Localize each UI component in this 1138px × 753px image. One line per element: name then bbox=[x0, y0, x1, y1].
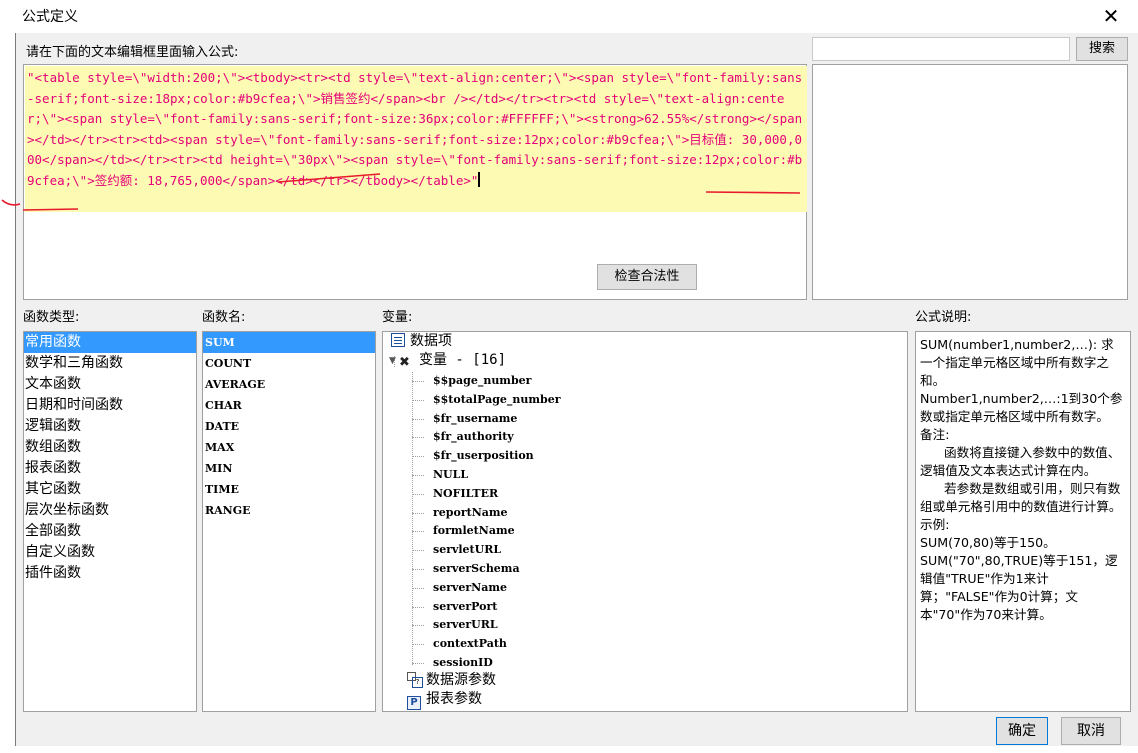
chevron-down-icon[interactable]: ▼ bbox=[389, 352, 399, 371]
variable-item[interactable]: $fr_userposition bbox=[433, 447, 534, 466]
function-type-list[interactable]: 常用函数 数学和三角函数 文本函数 日期和时间函数 逻辑函数 数组函数 报表函数 其它函数 层次… bbox=[23, 331, 197, 712]
variable-item[interactable]: $fr_authority bbox=[433, 428, 514, 447]
function-type-label: 函数类型: bbox=[23, 310, 80, 325]
function-name-item[interactable]: MAX bbox=[203, 437, 375, 458]
variable-item[interactable]: $$totalPage_number bbox=[433, 391, 561, 410]
variable-item-label: $fr_authority bbox=[433, 430, 514, 444]
variable-item[interactable]: serverSchema bbox=[433, 560, 520, 579]
datasource-params-label: 数据源参数 bbox=[426, 672, 496, 688]
function-type-item[interactable]: 数组函数 bbox=[24, 437, 196, 458]
function-name-list[interactable]: SUM COUNT AVERAGE CHAR DATE MAX MIN TIME RANGE bbox=[202, 331, 376, 712]
background-strip bbox=[15, 746, 1138, 753]
variable-item-label: $$totalPage_number bbox=[433, 392, 561, 406]
function-type-item[interactable]: 插件函数 bbox=[24, 563, 196, 584]
tree-node-variable-group[interactable]: ▼ ✖ 变量 - [16] bbox=[389, 351, 506, 370]
formula-text[interactable]: "<table style=\"width:200;\"><tbody><tr>… bbox=[27, 68, 805, 191]
function-type-item[interactable]: 逻辑函数 bbox=[24, 416, 196, 437]
function-type-item[interactable]: 数学和三角函数 bbox=[24, 353, 196, 374]
formula-content: "<table style=\"width:200;\"><tbody><tr>… bbox=[27, 70, 803, 188]
variable-item[interactable]: servletURL bbox=[433, 541, 501, 560]
ok-button[interactable]: 确定 bbox=[996, 717, 1048, 745]
data-item-icon bbox=[391, 333, 405, 347]
formula-description-panel: SUM(number1,number2,…): 求一个指定单元格区域中所有数字之… bbox=[915, 331, 1131, 712]
variable-group-label: 变量 - [16] bbox=[419, 352, 507, 368]
datasource-params-icon: ? bbox=[407, 672, 423, 688]
close-icon[interactable]: ✕ bbox=[1098, 3, 1124, 29]
variable-item-label: NOFILTER bbox=[433, 486, 499, 500]
variable-item[interactable]: NULL bbox=[433, 466, 468, 485]
variable-item[interactable]: serverURL bbox=[433, 616, 498, 635]
variable-item-label: serverPort bbox=[433, 599, 498, 613]
check-validity-button[interactable]: 检查合法性 bbox=[597, 264, 697, 290]
function-name-label: 函数名: bbox=[202, 310, 246, 325]
search-input[interactable] bbox=[812, 37, 1070, 61]
function-type-item[interactable]: 常用函数 bbox=[24, 332, 196, 353]
variable-item-label: $fr_userposition bbox=[433, 449, 534, 463]
editor-prompt: 请在下面的文本编辑框里面输入公式: bbox=[26, 45, 239, 60]
title-bar bbox=[15, 0, 1138, 33]
variable-label: 变量: bbox=[382, 310, 413, 325]
function-type-item[interactable]: 其它函数 bbox=[24, 479, 196, 500]
variable-item[interactable]: $$page_number bbox=[433, 372, 531, 391]
variable-item[interactable]: contextPath bbox=[433, 635, 507, 654]
cancel-button[interactable]: 取消 bbox=[1061, 717, 1121, 745]
function-name-item[interactable]: TIME bbox=[203, 479, 375, 500]
data-item-label: 数据项 bbox=[410, 333, 452, 349]
variable-item[interactable]: $fr_username bbox=[433, 410, 517, 429]
variable-item-label: formletName bbox=[433, 524, 515, 538]
function-name-item[interactable]: DATE bbox=[203, 416, 375, 437]
search-button[interactable]: 搜索 bbox=[1076, 37, 1128, 61]
variable-item[interactable]: reportName bbox=[433, 504, 508, 523]
function-name-item[interactable]: COUNT bbox=[203, 353, 375, 374]
variable-item[interactable]: serverName bbox=[433, 579, 507, 598]
report-params-label: 报表参数 bbox=[426, 691, 482, 707]
variable-item-label: servletURL bbox=[433, 543, 502, 557]
function-name-item[interactable]: AVERAGE bbox=[203, 374, 375, 395]
function-name-item[interactable]: SUM bbox=[203, 332, 375, 353]
variable-item-label: serverName bbox=[433, 580, 507, 594]
variable-group-icon: ✖ bbox=[399, 355, 410, 370]
variable-item-label: contextPath bbox=[433, 637, 507, 651]
variable-item-label: $fr_username bbox=[433, 411, 518, 425]
function-name-item[interactable]: CHAR bbox=[203, 395, 375, 416]
variable-item-label: sessionID bbox=[433, 656, 493, 669]
variable-item-label: serverURL bbox=[433, 618, 498, 632]
report-params-icon: P bbox=[407, 696, 421, 710]
text-caret bbox=[478, 171, 481, 187]
tree-node-data-item[interactable]: 数据项 bbox=[391, 332, 452, 351]
function-type-item[interactable]: 自定义函数 bbox=[24, 542, 196, 563]
variable-item-label: NULL bbox=[433, 468, 469, 481]
function-type-item[interactable]: 全部函数 bbox=[24, 521, 196, 542]
variable-item[interactable]: NOFILTER bbox=[433, 485, 498, 504]
description-label: 公式说明: bbox=[915, 310, 972, 325]
function-type-item[interactable]: 层次坐标函数 bbox=[24, 500, 196, 521]
variable-item[interactable]: formletName bbox=[433, 522, 515, 541]
formula-description: SUM(number1,number2,…): 求一个指定单元格区域中所有数字之… bbox=[920, 337, 1123, 622]
function-type-item[interactable]: 报表函数 bbox=[24, 458, 196, 479]
variable-item[interactable]: serverPort bbox=[433, 598, 497, 617]
function-type-item[interactable]: 文本函数 bbox=[24, 374, 196, 395]
variable-item[interactable]: sessionID bbox=[433, 654, 493, 673]
tree-node-report-params[interactable]: P 报表参数 bbox=[407, 690, 482, 710]
variable-item-label: reportName bbox=[433, 505, 508, 519]
tree-node-datasource-params[interactable]: ? 数据源参数 bbox=[407, 671, 496, 690]
function-name-item[interactable]: MIN bbox=[203, 458, 375, 479]
function-type-item[interactable]: 日期和时间函数 bbox=[24, 395, 196, 416]
search-results-panel bbox=[812, 64, 1128, 300]
variable-item-label: serverSchema bbox=[433, 562, 520, 575]
variable-tree[interactable]: 数据项 ▼ ✖ 变量 - [16] $$page_number $$totalPage… bbox=[382, 331, 908, 712]
dialog-title: 公式定义 bbox=[22, 9, 78, 25]
function-name-item[interactable]: RANGE bbox=[203, 500, 375, 521]
variable-item-label: $$page_number bbox=[433, 374, 532, 387]
